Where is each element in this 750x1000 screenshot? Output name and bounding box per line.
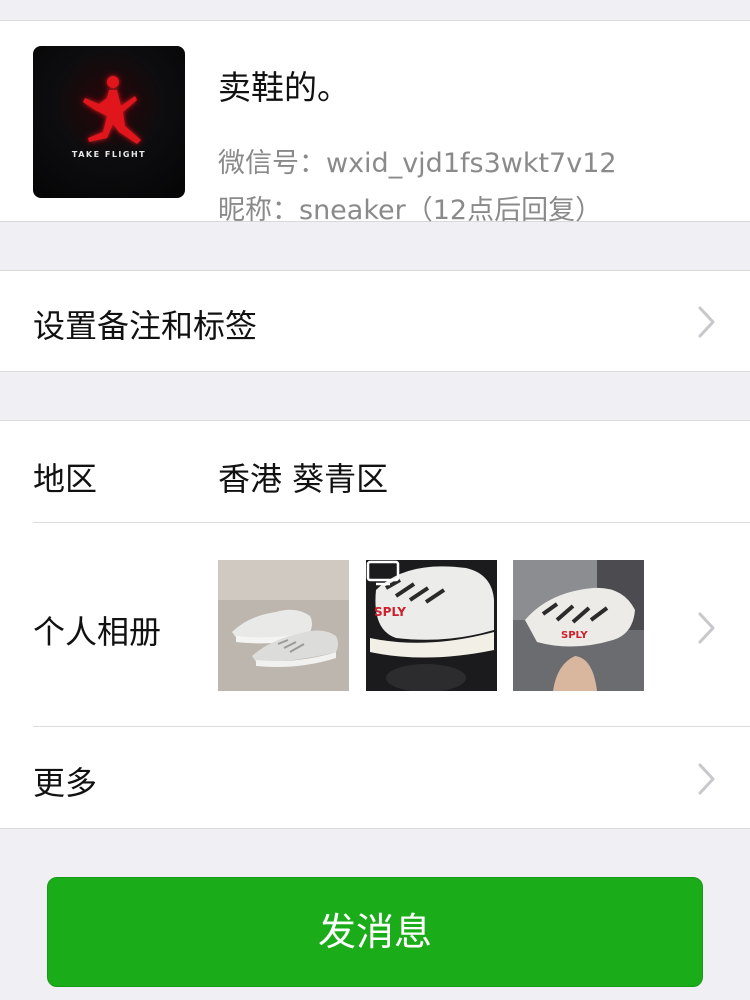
divider (33, 522, 750, 523)
avatar-caption: TAKE FLIGHT (71, 150, 147, 159)
jumpman-logo-icon (83, 76, 141, 144)
send-message-button[interactable]: 发消息 (47, 877, 703, 987)
svg-text:SPLY: SPLY (374, 605, 406, 619)
chevron-right-icon (698, 306, 715, 338)
region-label: 地区 (33, 460, 98, 498)
remark-label: 设置备注和标签 (33, 307, 258, 345)
divider (33, 726, 750, 727)
details-group: 地区 香港 葵青区 个人相册 SPLY SPLY 更多 (0, 420, 750, 829)
set-remark-and-tags-row[interactable]: 设置备注和标签 (0, 270, 750, 372)
chevron-right-icon (698, 763, 715, 795)
chevron-right-icon (698, 612, 715, 644)
avatar[interactable]: TAKE FLIGHT (33, 46, 185, 198)
album-photo-2[interactable]: SPLY (366, 560, 497, 691)
nickname: 昵称：sneaker（12点后回复） (218, 195, 603, 226)
album-photo-1[interactable] (218, 560, 349, 691)
wechat-id: 微信号：wxid_vjd1fs3wkt7v12 (218, 148, 617, 179)
more-label: 更多 (33, 764, 98, 802)
svg-text:SPLY: SPLY (561, 630, 588, 641)
contact-name: 卖鞋的。 (218, 68, 350, 107)
profile-card: TAKE FLIGHT 卖鞋的。 微信号：wxid_vjd1fs3wkt7v12… (0, 20, 750, 226)
album-label: 个人相册 (33, 613, 162, 651)
album-photo-3[interactable]: SPLY (513, 560, 644, 691)
video-icon (366, 560, 400, 586)
region-value: 香港 葵青区 (218, 460, 389, 498)
